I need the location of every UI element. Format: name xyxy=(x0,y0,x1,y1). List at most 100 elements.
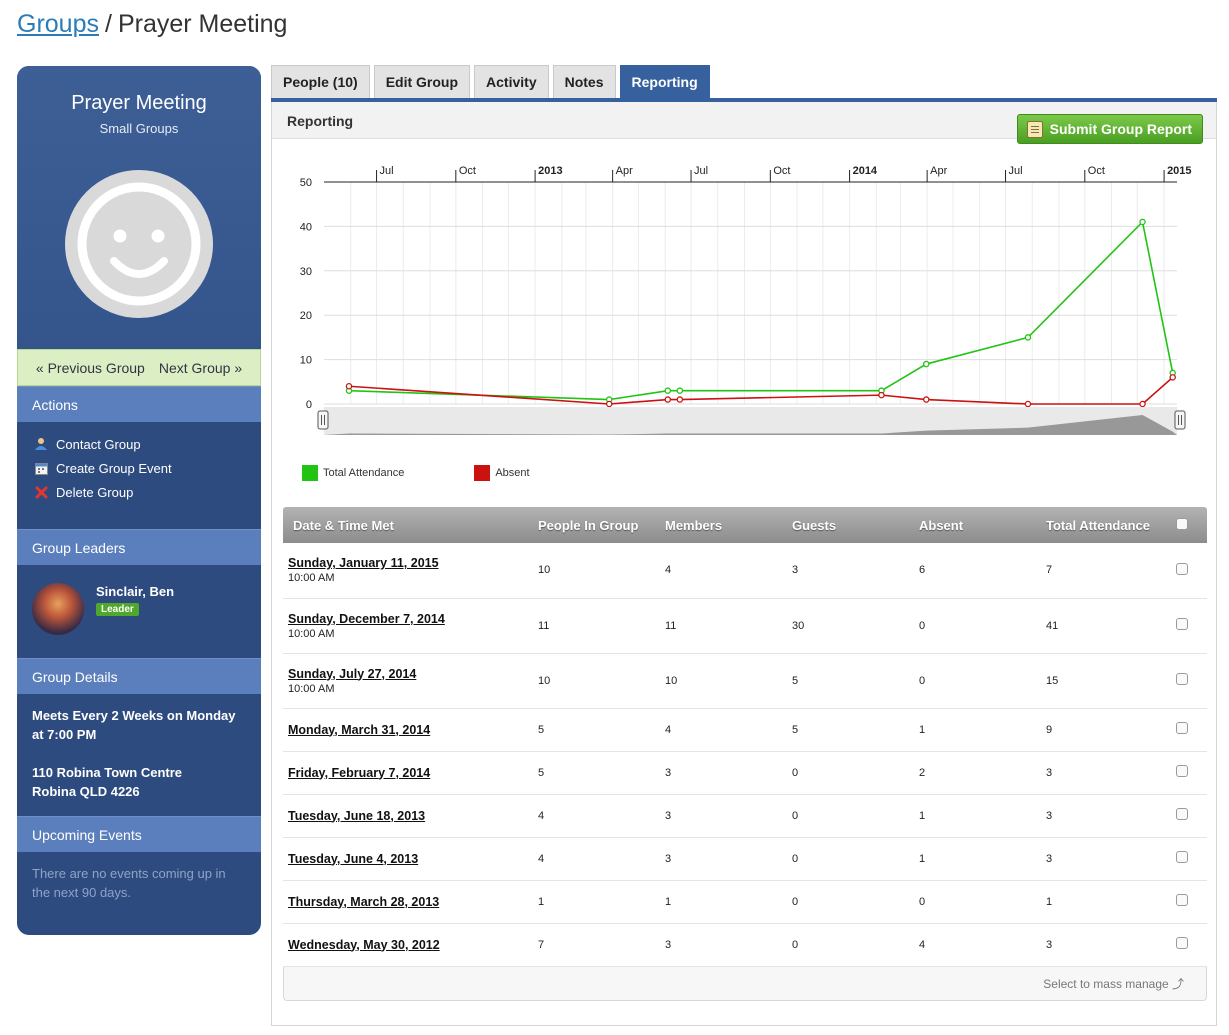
group-leaders-heading: Group Leaders xyxy=(17,529,261,565)
actions-list: Contact Group Create Group Event Delete … xyxy=(17,422,261,529)
total-cell: 3 xyxy=(1036,751,1166,795)
page-title: Prayer Meeting xyxy=(117,10,288,38)
row-checkbox[interactable] xyxy=(1176,808,1188,820)
table-row: Friday, February 7, 2014 5 3 0 2 3 xyxy=(283,751,1207,795)
x-tick-label: Oct xyxy=(773,165,790,177)
calendar-icon xyxy=(34,461,48,475)
guests-cell: 0 xyxy=(782,794,909,838)
x-tick-label: Jul xyxy=(380,165,394,177)
absent-cell: 0 xyxy=(909,653,1036,709)
guests-cell: 3 xyxy=(782,543,909,599)
row-checkbox[interactable] xyxy=(1176,673,1188,685)
meeting-date-link[interactable]: Thursday, March 28, 2013 xyxy=(288,895,528,909)
create-event-action[interactable]: Create Group Event xyxy=(34,456,261,480)
people-cell: 5 xyxy=(528,751,655,795)
mass-manage-bar: Select to mass manage ⤴ xyxy=(283,966,1207,1001)
select-all-checkbox[interactable] xyxy=(1176,517,1188,530)
meeting-date-link[interactable]: Monday, March 31, 2014 xyxy=(288,723,528,737)
leader-name[interactable]: Sinclair, Ben xyxy=(96,584,174,599)
col-absent[interactable]: Absent xyxy=(909,507,1036,543)
data-point xyxy=(923,360,930,368)
meeting-date-link[interactable]: Friday, February 7, 2014 xyxy=(288,766,528,780)
y-tick-label: 10 xyxy=(300,355,312,367)
leader-avatar[interactable] xyxy=(32,583,84,635)
guests-cell: 5 xyxy=(782,653,909,709)
y-tick-label: 0 xyxy=(306,399,312,411)
breadcrumb-groups-link[interactable]: Groups xyxy=(17,10,99,38)
tab-activity[interactable]: Activity xyxy=(474,65,549,98)
col-guests[interactable]: Guests xyxy=(782,507,909,543)
members-cell: 4 xyxy=(655,708,782,752)
contact-icon xyxy=(34,437,48,451)
group-profile: Prayer Meeting Small Groups xyxy=(17,66,261,349)
contact-group-action[interactable]: Contact Group xyxy=(34,432,261,456)
row-checkbox[interactable] xyxy=(1176,722,1188,734)
data-point xyxy=(1139,218,1146,226)
col-people[interactable]: People In Group xyxy=(528,507,655,543)
total-cell: 41 xyxy=(1036,598,1166,654)
members-cell: 3 xyxy=(655,751,782,795)
meeting-date-link[interactable]: Sunday, January 11, 2015 xyxy=(288,556,528,570)
mass-manage-link[interactable]: Select to mass manage ⤴ xyxy=(1043,977,1184,991)
navigator-handle xyxy=(1174,410,1186,430)
delete-icon xyxy=(34,485,48,499)
group-details-heading: Group Details xyxy=(17,658,261,694)
absent-cell: 0 xyxy=(909,598,1036,654)
guests-cell: 5 xyxy=(782,708,909,752)
row-checkbox[interactable] xyxy=(1176,894,1188,906)
row-checkbox[interactable] xyxy=(1176,765,1188,777)
meeting-date-link[interactable]: Tuesday, June 4, 2013 xyxy=(288,852,528,866)
legend-total-attendance[interactable]: Total Attendance xyxy=(302,465,404,481)
data-point xyxy=(1024,400,1032,408)
table-row: Monday, March 31, 2014 5 4 5 1 9 xyxy=(283,708,1207,752)
members-cell: 3 xyxy=(655,837,782,881)
delete-group-action[interactable]: Delete Group xyxy=(34,480,261,504)
chart-legend: Total Attendance Absent xyxy=(302,465,530,481)
tab-edit-group[interactable]: Edit Group xyxy=(373,65,471,98)
absent-cell: 0 xyxy=(909,880,1036,924)
row-checkbox[interactable] xyxy=(1176,937,1188,949)
row-checkbox[interactable] xyxy=(1176,618,1188,630)
next-group-link[interactable]: Next Group » xyxy=(159,360,242,376)
x-tick-label: 2014 xyxy=(853,165,878,177)
col-members[interactable]: Members xyxy=(655,507,782,543)
select-cell xyxy=(1166,708,1207,752)
members-cell: 3 xyxy=(655,923,782,967)
tab-reporting[interactable]: Reporting xyxy=(619,65,710,98)
people-cell: 4 xyxy=(528,837,655,881)
meeting-time: 10:00 AM xyxy=(288,627,335,640)
select-cell xyxy=(1166,923,1207,967)
people-cell: 5 xyxy=(528,708,655,752)
previous-group-link[interactable]: « Previous Group xyxy=(36,360,145,376)
meeting-date-link[interactable]: Sunday, July 27, 2014 xyxy=(288,667,528,681)
col-total[interactable]: Total Attendance xyxy=(1036,507,1166,543)
tab-notes[interactable]: Notes xyxy=(552,65,616,98)
row-checkbox[interactable] xyxy=(1176,562,1188,575)
members-cell: 3 xyxy=(655,794,782,838)
select-cell xyxy=(1166,880,1207,924)
meeting-time: 10:00 AM xyxy=(288,572,335,585)
table-row: Sunday, July 27, 2014 10:00 AM 10 10 5 0 15 xyxy=(283,653,1207,709)
table-header-row: Date & Time Met People In Group Members … xyxy=(283,507,1207,543)
total-cell: 1 xyxy=(1036,880,1166,924)
x-tick-label: 2015 xyxy=(1167,165,1191,177)
meeting-date-link[interactable]: Sunday, December 7, 2014 xyxy=(288,612,528,626)
legend-absent[interactable]: Absent xyxy=(474,465,530,481)
date-cell: Tuesday, June 4, 2013 xyxy=(283,837,528,881)
reporting-panel: Reporting Submit Group Report 0 10 20 30 40 5… xyxy=(271,102,1217,1026)
meeting-date-link[interactable]: Wednesday, May 30, 2012 xyxy=(288,938,528,952)
data-point xyxy=(676,387,684,394)
tab-people[interactable]: People (10) xyxy=(271,65,370,98)
row-checkbox[interactable] xyxy=(1176,851,1188,863)
total-cell: 9 xyxy=(1036,708,1166,752)
select-cell xyxy=(1166,543,1207,599)
delete-group-label: Delete Group xyxy=(56,484,134,500)
people-cell: 7 xyxy=(528,923,655,967)
x-tick-label: Oct xyxy=(459,165,476,177)
col-date[interactable]: Date & Time Met xyxy=(283,507,528,543)
table-row: Tuesday, June 18, 2013 4 3 0 1 3 xyxy=(283,794,1207,838)
meeting-date-link[interactable]: Tuesday, June 18, 2013 xyxy=(288,809,528,823)
absent-cell: 2 xyxy=(909,751,1036,795)
x-tick-label: Jul xyxy=(694,165,708,177)
guests-cell: 0 xyxy=(782,923,909,967)
